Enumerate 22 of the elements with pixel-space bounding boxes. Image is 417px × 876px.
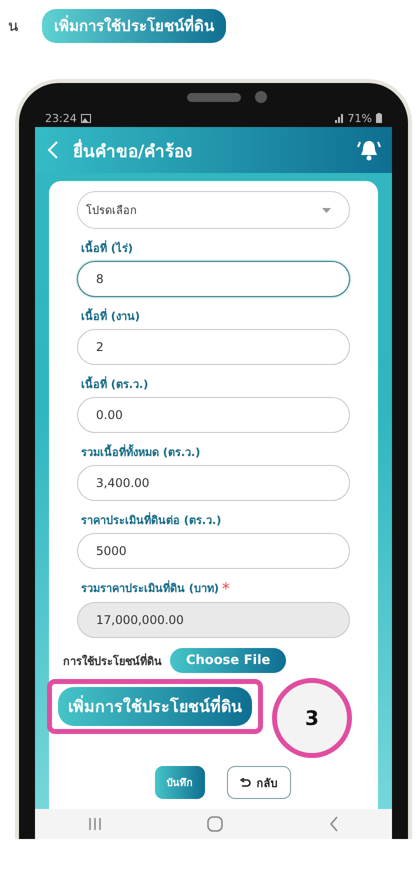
- input-field[interactable]: 0.00: [77, 397, 350, 433]
- header-title: ยื่นคำขอ/คำร้อง: [73, 136, 356, 164]
- field-label: เนื้อที่ (ตร.ว.): [80, 375, 148, 393]
- input-field[interactable]: 8: [77, 261, 350, 297]
- field-label: รวมราคาประเมินที่ดิน (บาท): [80, 579, 219, 597]
- battery-percent: 71%: [348, 112, 372, 124]
- field-label: เนื้อที่ (งาน): [80, 307, 140, 325]
- field-label: ราคาประเมินที่ดินต่อ (ตร.ว.): [80, 511, 222, 529]
- input-field[interactable]: 3,400.00: [77, 465, 350, 501]
- status-time: 23:24: [45, 112, 77, 124]
- required-mark: *: [222, 579, 230, 598]
- input-field[interactable]: 2: [77, 329, 350, 365]
- field-label: รวมเนื้อที่ทั้งหมด (ตร.ว.): [80, 443, 200, 461]
- heading-fragment: น: [8, 16, 18, 37]
- select-dropdown[interactable]: โปรดเลือก: [77, 191, 350, 229]
- step-title-banner: เพิ่มการใช้ประโยชน์ที่ดิน: [42, 9, 226, 43]
- input-field[interactable]: 17,000,000.00: [77, 602, 350, 638]
- field-label: เนื้อที่ (ไร่): [80, 239, 133, 257]
- input-field[interactable]: 5000: [77, 533, 350, 569]
- choose-file-button[interactable]: Choose File: [170, 648, 286, 673]
- file-input-label: การใช้ประโยชน์ที่ดิน: [63, 652, 162, 670]
- back-button[interactable]: กลับ: [226, 766, 290, 799]
